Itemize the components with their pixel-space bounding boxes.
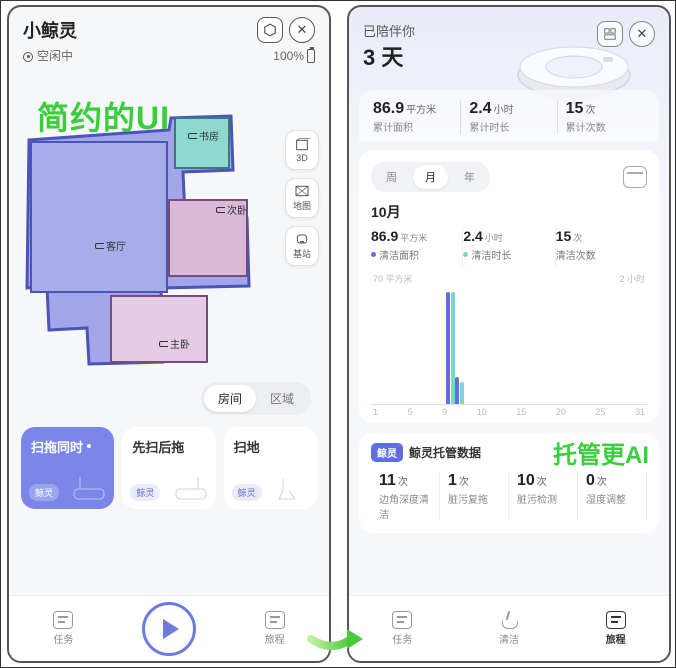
nav-tasks[interactable]: 任务: [33, 611, 93, 646]
battery-indicator: 100%: [273, 49, 315, 63]
broom-icon: [500, 611, 518, 629]
status-text: 空闲中: [23, 47, 73, 64]
companion-label: 已陪伴你: [363, 21, 415, 40]
room-label-living: 客厅: [95, 238, 126, 253]
x-tick: 5: [408, 407, 413, 417]
chart: 70 平方米 2 小时 1591015202531: [371, 272, 647, 417]
mgmt-stat-corner: 11次 边角深度清洁: [371, 472, 440, 521]
bottom-nav: 任务 旅程: [9, 595, 329, 661]
annotation-overlay-right: 托管更AI: [553, 435, 649, 470]
room-label-second: 次卧: [216, 202, 247, 217]
legend-time: 2.4小时 清洁时长: [463, 228, 555, 266]
mode-sweep-then-mop[interactable]: 先扫后拖 鲸灵: [122, 427, 215, 509]
calendar-icon[interactable]: [623, 166, 647, 188]
x-tick: 1: [373, 407, 378, 417]
mgmt-stat-humidity: 0次 湿度调整: [578, 472, 647, 521]
bar-time: [460, 382, 464, 404]
bottom-nav: 任务 清洁 旅程: [349, 595, 669, 661]
bar-time: [451, 292, 455, 404]
annotation-overlay-left: 简约的UI: [37, 93, 170, 139]
x-tick: 31: [635, 407, 645, 417]
y-left-label: 70 平方米: [373, 272, 413, 285]
tasks-icon: [53, 611, 73, 629]
arrow-icon: [307, 619, 367, 659]
x-tick: 10: [477, 407, 487, 417]
tab-year[interactable]: 年: [452, 165, 487, 189]
room-label-study: 书房: [188, 128, 219, 143]
mode-sweep-mop[interactable]: 扫拖同时 鲸灵: [21, 427, 114, 509]
nav-journey[interactable]: 旅程: [586, 611, 646, 646]
journey-icon: [265, 611, 285, 629]
tab-month[interactable]: 月: [413, 165, 448, 189]
mgmt-stat-detect: 10次 脏污检测: [509, 472, 578, 521]
stat-total-count: 15次 累计次数: [558, 100, 653, 134]
room-label-master: 主卧: [159, 336, 190, 351]
map-svg: [19, 110, 275, 390]
view-3d-button[interactable]: 3D: [285, 130, 319, 170]
base-station-button[interactable]: 基站: [285, 226, 319, 266]
nav-tasks[interactable]: 任务: [372, 611, 432, 646]
mgmt-title-text: 鲸灵托管数据: [409, 444, 481, 461]
mgmt-stat-remop: 1次 脏污复拖: [440, 472, 509, 521]
tasks-icon: [392, 611, 412, 629]
mode-illustration: [275, 475, 311, 503]
x-tick: 25: [595, 407, 605, 417]
settings-icon[interactable]: [257, 17, 283, 43]
stat-total-area: 86.9平方米 累计面积: [365, 100, 461, 134]
left-screenshot: 小鲸灵 ✕ 空闲中 100% 简约的UI 书房 次卧 客厅: [7, 5, 331, 663]
companion-days: 3 天: [363, 40, 415, 72]
mode-illustration: [174, 475, 210, 503]
stat-total-time: 2.4小时 累计时长: [461, 100, 557, 134]
journey-icon: [606, 611, 626, 629]
mode-illustration: [72, 475, 108, 503]
play-button[interactable]: [142, 602, 196, 656]
month-title: 10月: [371, 202, 647, 222]
x-tick: 15: [516, 407, 526, 417]
x-tick: 20: [556, 407, 566, 417]
nav-clean[interactable]: 清洁: [479, 611, 539, 646]
right-screenshot: 已陪伴你 3 天 ✕ 86.9平方米 累计面积: [347, 5, 671, 663]
tab-week[interactable]: 周: [374, 165, 409, 189]
period-tabs: 周 月 年: [371, 162, 490, 192]
legend-count: 15次 清洁次数: [556, 228, 647, 266]
mode-sweep[interactable]: 扫地 鲸灵: [224, 427, 317, 509]
map-button[interactable]: 地图: [285, 178, 319, 218]
summary-stats: 86.9平方米 累计面积 2.4小时 累计时长 15次 累计次数: [359, 90, 659, 142]
report-card: 周 月 年 10月 86.9平方米 清洁面积 2.4小时 清洁时长: [359, 150, 659, 423]
x-tick: 9: [442, 407, 447, 417]
device-title: 小鲸灵: [23, 17, 77, 43]
y-right-label: 2 小时: [619, 272, 645, 285]
close-icon[interactable]: ✕: [289, 17, 315, 43]
mgmt-badge: 鲸灵: [371, 443, 403, 462]
management-card: 鲸灵 鲸灵托管数据 托管更AI 11次 边角深度清洁 1次 脏污复拖 10次: [359, 433, 659, 533]
legend-area: 86.9平方米 清洁面积: [371, 228, 463, 266]
bar-area: [455, 377, 459, 404]
nav-journey[interactable]: 旅程: [245, 611, 305, 646]
bar-area: [446, 292, 450, 404]
